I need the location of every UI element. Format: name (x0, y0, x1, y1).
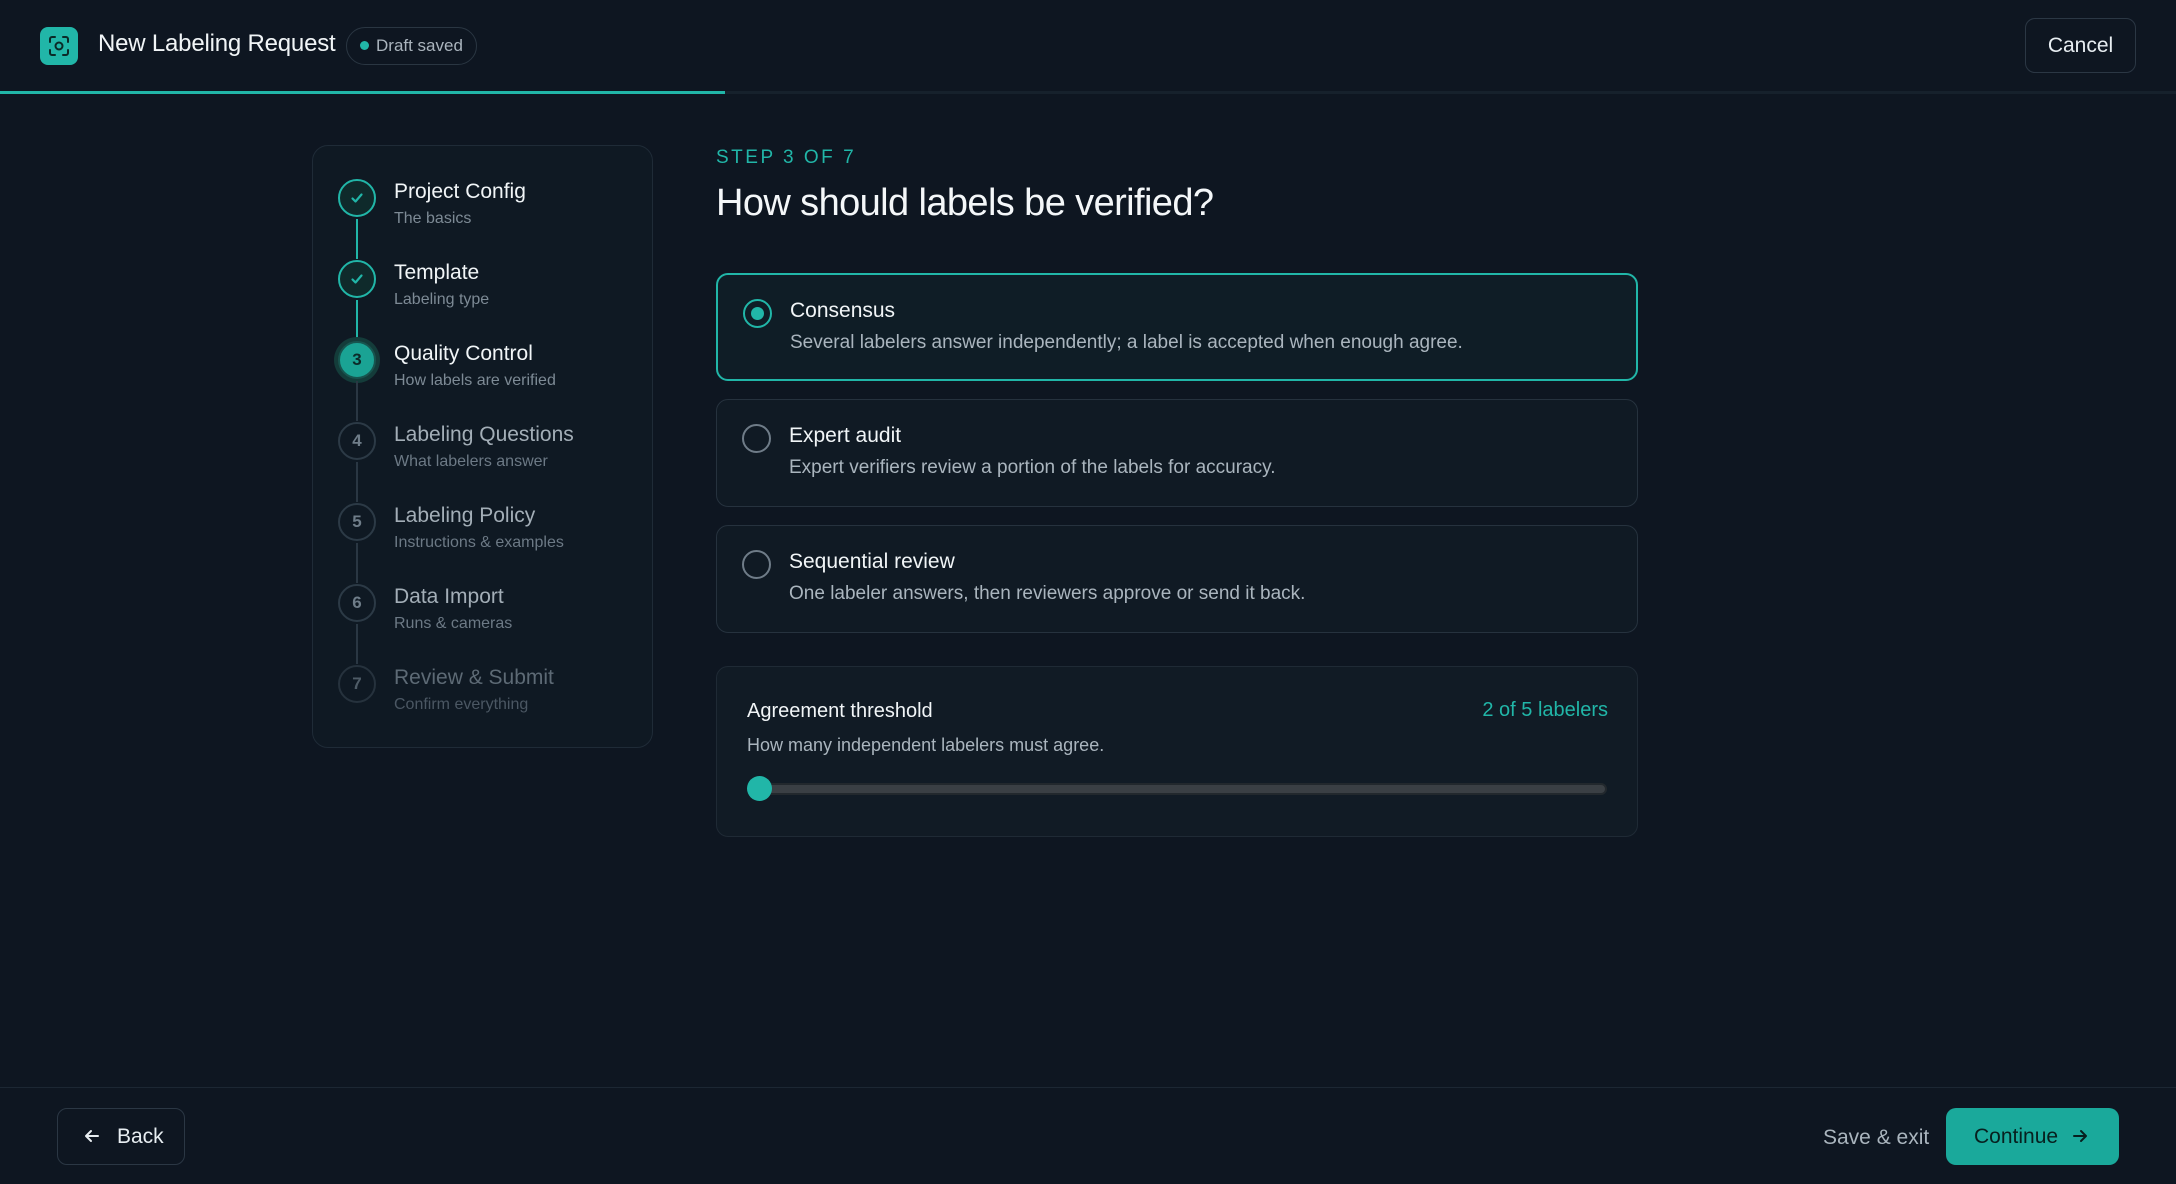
step-data-import[interactable]: 6 Data Import Runs & cameras (338, 584, 638, 664)
continue-button[interactable]: Continue (1946, 1108, 2119, 1165)
step-label: Data Import (394, 585, 504, 608)
step-sublabel: What labelers answer (394, 453, 548, 470)
step-labeling-questions[interactable]: 4 Labeling Questions What labelers answe… (338, 422, 638, 502)
step-connector (356, 543, 358, 583)
top-header: New Labeling Request Draft saved Cancel (0, 0, 2176, 94)
threshold-slider-track[interactable] (747, 783, 1607, 795)
step-sublabel: The basics (394, 210, 472, 227)
step-sublabel: Confirm everything (394, 696, 529, 713)
option-title: Sequential review (789, 550, 955, 573)
footer-bar: Back Save & exit Continue (0, 1087, 2176, 1184)
check-icon (338, 260, 376, 298)
radio-selected-icon[interactable] (743, 299, 772, 328)
step-label: Quality Control (394, 342, 533, 365)
threshold-description: How many independent labelers must agree… (747, 735, 1105, 755)
threshold-title: Agreement threshold (747, 700, 933, 722)
arrow-left-icon (83, 1127, 101, 1151)
wizard-progress-bar (0, 91, 2176, 94)
step-labeling-policy[interactable]: 5 Labeling Policy Instructions & example… (338, 503, 638, 583)
agreement-threshold-panel: Agreement threshold 2 of 5 labelers How … (716, 666, 1638, 837)
continue-button-label: Continue (1974, 1125, 2059, 1148)
step-number: 7 (338, 665, 376, 703)
save-exit-link[interactable]: Save & exit (1823, 1126, 1929, 1150)
app-title: New Labeling Request (98, 30, 336, 57)
option-expert-audit[interactable]: Expert audit Expert verifiers review a p… (716, 399, 1638, 507)
option-description: One labeler answers, then reviewers appr… (789, 583, 1306, 604)
step-connector (356, 381, 358, 421)
radio-dot (751, 307, 764, 320)
step-counter: STEP 3 OF 7 (716, 147, 857, 168)
step-label: Labeling Questions (394, 423, 574, 446)
step-label: Labeling Policy (394, 504, 536, 527)
step-connector (356, 462, 358, 502)
step-number: 6 (338, 584, 376, 622)
threshold-slider-thumb[interactable] (747, 776, 772, 801)
step-template[interactable]: Template Labeling type (338, 260, 638, 340)
option-description: Expert verifiers review a portion of the… (789, 457, 1276, 478)
step-sublabel: Labeling type (394, 291, 490, 308)
option-description: Several labelers answer independently; a… (790, 332, 1463, 353)
status-dot-icon (360, 41, 369, 50)
labeling-request-wizard: New Labeling Request Draft saved Cancel … (0, 0, 2176, 1184)
page-title: How should labels be verified? (716, 182, 1214, 224)
step-connector (356, 300, 358, 340)
step-connector (356, 624, 358, 664)
threshold-value: 2 of 5 labelers (1482, 699, 1608, 721)
option-sequential-review[interactable]: Sequential review One labeler answers, t… (716, 525, 1638, 633)
draft-status-label: Draft saved (376, 36, 463, 55)
step-review-submit[interactable]: 7 Review & Submit Confirm everything (338, 665, 638, 725)
option-title: Expert audit (789, 424, 902, 447)
check-icon (338, 179, 376, 217)
step-number: 5 (338, 503, 376, 541)
option-title: Consensus (790, 299, 896, 322)
step-number: 4 (338, 422, 376, 460)
wizard-progress-fill (0, 91, 725, 94)
step-connector (356, 219, 358, 259)
step-sublabel: How labels are verified (394, 372, 556, 389)
option-consensus[interactable]: Consensus Several labelers answer indepe… (716, 273, 1638, 381)
arrow-right-icon (2071, 1127, 2089, 1151)
back-button-label: Back (117, 1125, 164, 1148)
draft-status-badge: Draft saved (346, 27, 477, 65)
radio-unselected-icon[interactable] (742, 550, 771, 579)
back-button[interactable]: Back (57, 1108, 185, 1165)
step-sublabel: Instructions & examples (394, 534, 564, 551)
cancel-button[interactable]: Cancel (2025, 18, 2136, 73)
scan-focus-icon (40, 27, 78, 65)
step-sublabel: Runs & cameras (394, 615, 513, 632)
radio-unselected-icon[interactable] (742, 424, 771, 453)
step-label: Template (394, 261, 480, 284)
step-quality-control[interactable]: 3 Quality Control How labels are verifie… (338, 341, 638, 421)
step-number: 3 (338, 341, 376, 379)
step-label: Project Config (394, 180, 526, 203)
wizard-stepper: Project Config The basics Template Label… (312, 145, 653, 748)
step-project-config[interactable]: Project Config The basics (338, 179, 638, 259)
step-label: Review & Submit (394, 666, 554, 689)
